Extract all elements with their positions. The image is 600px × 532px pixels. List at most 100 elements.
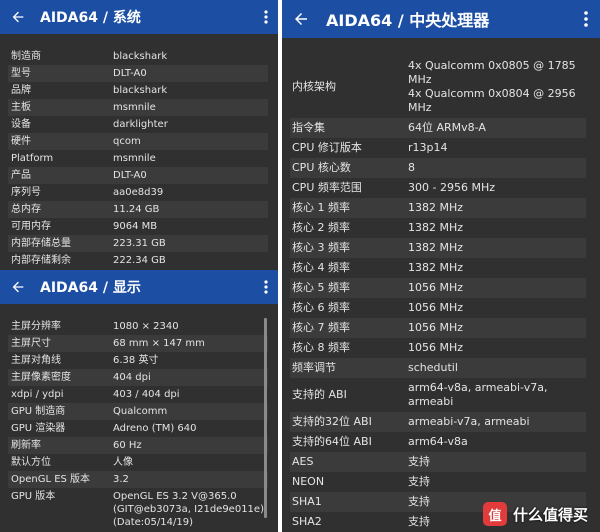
info-value: Adreno (TM) 640 <box>113 423 197 434</box>
info-value: 60 Hz <box>113 440 142 451</box>
info-row[interactable]: 核心 3 频率 1382 MHz <box>290 238 586 258</box>
info-value: 1056 MHz <box>408 341 464 354</box>
info-value: OpenGL ES 3.2 V@365.0 (GIT@eb3073a, I21d… <box>113 491 264 528</box>
info-row[interactable]: 核心 6 频率 1056 MHz <box>290 298 586 318</box>
info-row[interactable]: 序列号 aa0e8d39 <box>8 184 268 201</box>
info-value: 支持 <box>408 455 430 468</box>
info-key: GPU 制造商 <box>11 406 66 417</box>
info-key: 内核架构 <box>292 80 336 93</box>
info-row[interactable]: 主板 msmnile <box>8 99 268 116</box>
info-key: 可用内存 <box>11 221 51 232</box>
info-row[interactable]: 核心 2 频率 1382 MHz <box>290 218 586 238</box>
info-row[interactable]: xdpi / ydpi 403 / 404 dpi <box>8 386 268 403</box>
info-row[interactable]: 主屏分辨率 1080 × 2340 <box>8 318 268 335</box>
info-row[interactable]: 核心 5 频率 1056 MHz <box>290 278 586 298</box>
info-key: 核心 1 频率 <box>292 201 350 214</box>
info-value: 1382 MHz <box>408 241 464 254</box>
info-value: 8 <box>408 161 415 174</box>
info-row[interactable]: OpenGL ES 版本 3.2 <box>8 471 268 488</box>
info-key: CPU 核心数 <box>292 161 351 174</box>
info-value: 1080 × 2340 <box>113 321 179 332</box>
info-row[interactable]: 硬件 qcom <box>8 133 268 150</box>
info-row[interactable]: 频率调节 schedutil <box>290 358 586 378</box>
info-value: msmnile <box>113 102 156 113</box>
info-value: 300 - 2956 MHz <box>408 181 495 194</box>
info-row[interactable]: 型号 DLT-A0 <box>8 65 268 82</box>
back-arrow-icon[interactable] <box>10 0 26 34</box>
info-row[interactable]: 品牌 blackshark <box>8 82 268 99</box>
info-row[interactable]: 主屏像素密度 404 dpi <box>8 369 268 386</box>
info-row[interactable]: 主屏对角线 6.38 英寸 <box>8 352 268 369</box>
info-value: 9064 MB <box>113 221 158 232</box>
info-key: Platform <box>11 153 54 164</box>
info-value: blackshark <box>113 51 168 62</box>
info-row[interactable]: 默认方位 人像 <box>8 454 268 471</box>
info-key: CPU 频率范围 <box>292 181 362 194</box>
info-row[interactable]: Platform msmnile <box>8 150 268 167</box>
info-key: 设备 <box>11 119 31 130</box>
info-value: aa0e8d39 <box>113 187 164 198</box>
info-row[interactable]: 核心 1 频率 1382 MHz <box>290 198 586 218</box>
info-key: 核心 8 频率 <box>292 341 350 354</box>
info-row[interactable]: GPU 制造商 Qualcomm <box>8 403 268 420</box>
info-value: 1382 MHz <box>408 201 464 214</box>
info-row[interactable]: CPU 频率范围 300 - 2956 MHz <box>290 178 586 198</box>
info-row[interactable]: 支持的64位 ABI arm64-v8a <box>290 432 586 452</box>
watermark-text: 什么值得买 <box>512 505 588 524</box>
info-row[interactable]: NEON 支持 <box>290 472 586 492</box>
info-row[interactable]: 支持的 ABI arm64-v8a, armeabi-v7a, armeabi <box>290 378 586 412</box>
info-key: 制造商 <box>11 51 41 62</box>
back-arrow-icon[interactable] <box>292 0 310 38</box>
info-row[interactable]: 设备 darklighter <box>8 116 268 133</box>
info-row[interactable]: 支持的32位 ABI armeabi-v7a, armeabi <box>290 412 586 432</box>
info-key: SHA2 <box>292 515 322 528</box>
display-info-list: 主屏分辨率 1080 × 2340 主屏尺寸 68 mm × 147 mm 主屏对角线 6… <box>8 318 268 531</box>
info-row[interactable]: 刷新率 60 Hz <box>8 437 268 454</box>
info-key: 核心 6 频率 <box>292 301 350 314</box>
info-row[interactable]: 内部存储总量 223.31 GB <box>8 235 268 252</box>
info-row[interactable]: 核心 7 频率 1056 MHz <box>290 318 586 338</box>
info-key: 总内存 <box>11 204 41 215</box>
info-key: 刷新率 <box>11 440 41 451</box>
display-title: AIDA64 / 显示 <box>40 280 141 296</box>
info-row[interactable]: CPU 核心数 8 <box>290 158 586 178</box>
info-row[interactable]: 内部存储剩余 222.34 GB <box>8 252 268 269</box>
info-row[interactable]: 可用内存 9064 MB <box>8 218 268 235</box>
info-key: 品牌 <box>11 85 31 96</box>
info-key: 主屏分辨率 <box>11 321 61 332</box>
info-row[interactable]: GPU 版本 OpenGL ES 3.2 V@365.0 (GIT@eb3073a… <box>8 488 268 531</box>
info-row[interactable]: GPU 渲染器 Adreno (TM) 640 <box>8 420 268 437</box>
info-row[interactable]: AES 支持 <box>290 452 586 472</box>
info-value: 人像 <box>113 457 133 468</box>
info-row[interactable]: 制造商 blackshark <box>8 48 268 65</box>
info-row[interactable]: 核心 8 频率 1056 MHz <box>290 338 586 358</box>
info-key: SHA1 <box>292 495 322 508</box>
info-key: 主板 <box>11 102 31 113</box>
info-row[interactable]: 核心 4 频率 1382 MHz <box>290 258 586 278</box>
info-value: 1056 MHz <box>408 321 464 334</box>
cpu-info-list: 内核架构 4x Qualcomm 0x0805 @ 1785 MHz 4x Qua… <box>290 56 586 532</box>
more-vert-icon[interactable] <box>260 270 272 304</box>
info-value: 1056 MHz <box>408 301 464 314</box>
display-scrollbar[interactable] <box>264 318 267 518</box>
info-key: 指令集 <box>292 121 325 134</box>
back-arrow-icon[interactable] <box>10 270 26 304</box>
info-value: 1056 MHz <box>408 281 464 294</box>
info-key: 默认方位 <box>11 457 51 468</box>
info-row[interactable]: 内核架构 4x Qualcomm 0x0805 @ 1785 MHz 4x Qua… <box>290 56 586 118</box>
info-key: AES <box>292 455 314 468</box>
more-vert-icon[interactable] <box>580 0 592 38</box>
info-key: xdpi / ydpi <box>11 389 64 400</box>
info-row[interactable]: 产品 DLT-A0 <box>8 167 268 184</box>
info-key: NEON <box>292 475 325 488</box>
watermark-badge: 值 <box>482 502 507 526</box>
more-vert-icon[interactable] <box>260 0 272 34</box>
info-row[interactable]: 总内存 11.24 GB <box>8 201 268 218</box>
info-value: 11.24 GB <box>113 204 160 215</box>
info-row[interactable]: 主屏尺寸 68 mm × 147 mm <box>8 335 268 352</box>
info-value: 223.31 GB <box>113 238 166 249</box>
info-value: qcom <box>113 136 141 147</box>
info-key: 产品 <box>11 170 31 181</box>
info-row[interactable]: CPU 修订版本 r13p14 <box>290 138 586 158</box>
info-row[interactable]: 指令集 64位 ARMv8-A <box>290 118 586 138</box>
